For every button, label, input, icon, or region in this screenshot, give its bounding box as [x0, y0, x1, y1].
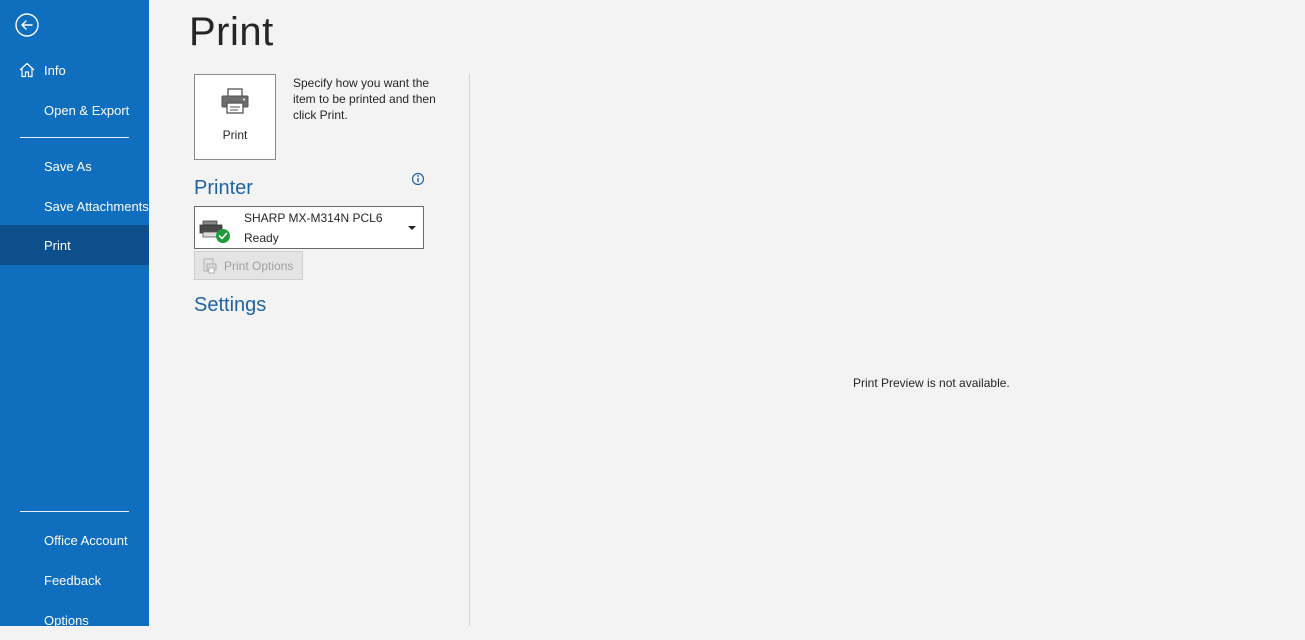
sidebar-item-label: Save As: [44, 158, 92, 174]
info-icon[interactable]: [411, 172, 425, 186]
sidebar-item-save-as[interactable]: Save As: [0, 146, 149, 186]
sidebar-item-open-export[interactable]: Open & Export: [0, 90, 149, 130]
printer-icon: [221, 88, 249, 114]
sidebar-item-label: Print: [44, 237, 71, 253]
print-options-label: Print Options: [224, 259, 294, 273]
sidebar-item-office-account[interactable]: Office Account: [0, 520, 149, 560]
print-description: Specify how you want the item to be prin…: [293, 76, 436, 122]
printer-ready-icon: [199, 220, 230, 243]
backstage-sidebar: Info Open & Export Save As Save Attachme…: [0, 0, 149, 628]
sidebar-item-feedback[interactable]: Feedback: [0, 560, 149, 600]
sidebar-item-save-attachments[interactable]: Save Attachments: [0, 186, 149, 226]
sidebar-item-label: Info: [44, 62, 66, 78]
print-preview-message: Print Preview is not available.: [853, 376, 1010, 390]
sidebar-item-label: Options: [44, 612, 89, 628]
sidebar-item-print[interactable]: Print: [0, 225, 149, 265]
sidebar-item-label: Save Attachments: [44, 198, 149, 214]
sidebar-item-label: Office Account: [44, 532, 128, 548]
sidebar-divider: [20, 137, 129, 138]
sidebar-item-label: Open & Export: [44, 102, 130, 118]
print-button-label: Print: [222, 128, 248, 142]
sidebar-item-info[interactable]: Info: [0, 50, 149, 90]
printer-status: Ready: [244, 231, 279, 245]
printer-section-header: Printer: [194, 177, 253, 199]
print-button[interactable]: Print: [194, 74, 276, 160]
back-arrow-icon: [15, 13, 39, 37]
sidebar-item-label: Feedback: [44, 572, 102, 588]
page-title: Print: [189, 10, 274, 54]
sidebar-item-options[interactable]: Options: [0, 600, 149, 640]
chevron-down-icon: [408, 226, 416, 230]
settings-section-header: Settings: [194, 294, 267, 316]
printer-name: SHARP MX-M314N PCL6: [244, 211, 383, 225]
back-button[interactable]: [14, 12, 40, 38]
printer-dropdown[interactable]: SHARP MX-M314N PCL6 Ready: [194, 206, 424, 249]
print-options-icon: [203, 258, 217, 274]
home-icon: [19, 62, 35, 78]
preview-divider: [469, 74, 470, 626]
print-options-button[interactable]: Print Options: [194, 251, 303, 280]
sidebar-divider: [20, 511, 129, 512]
